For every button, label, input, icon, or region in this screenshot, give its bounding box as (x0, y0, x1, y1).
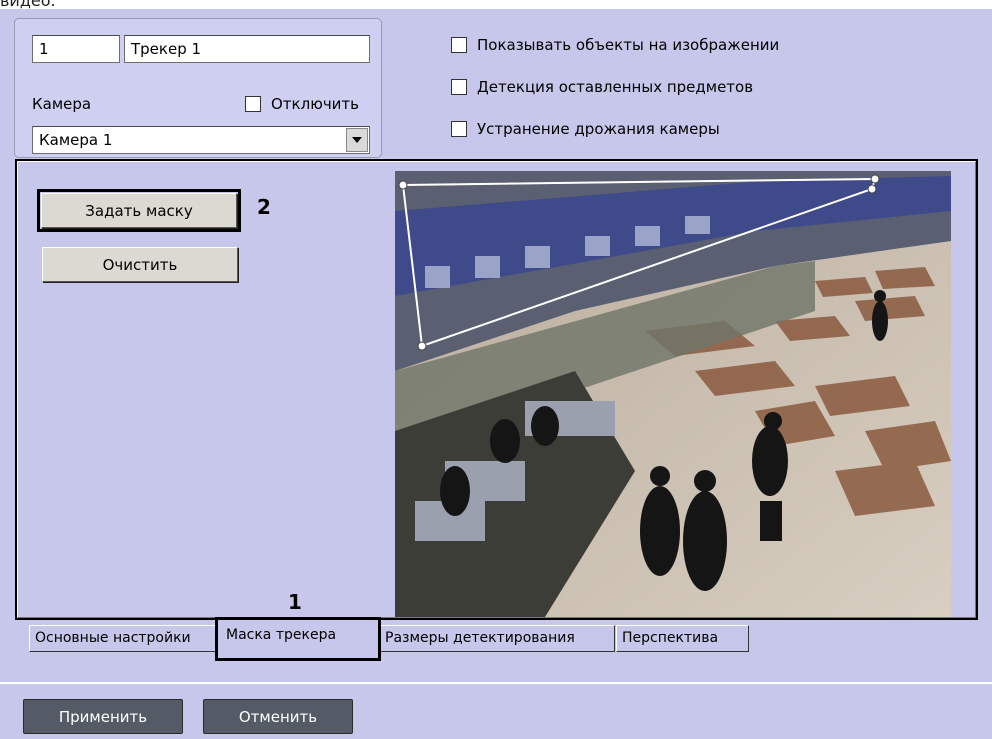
show-objects-checkbox[interactable] (451, 37, 467, 53)
cancel-button[interactable]: Отменить (203, 699, 353, 734)
object-settings-group: 1 Трекер 1 Камера Отключить Камера 1 (14, 18, 382, 158)
camera-label: Камера (32, 95, 92, 113)
tab-tracker-mask[interactable]: Маска трекера (215, 617, 381, 661)
disable-checkbox[interactable] (245, 96, 261, 112)
tab-perspective[interactable]: Перспектива (616, 625, 749, 652)
stabilization-checkbox[interactable] (451, 121, 467, 137)
object-id-field[interactable]: 1 (32, 35, 120, 63)
clear-mask-button[interactable]: Очистить (42, 247, 238, 282)
camera-select-value: Камера 1 (39, 131, 113, 149)
camera-frame-image (395, 171, 951, 617)
tab-detection-sizes[interactable]: Размеры детектирования (379, 625, 615, 652)
abandoned-detection-checkbox[interactable] (451, 79, 467, 95)
disable-label: Отключить (271, 95, 360, 113)
apply-button[interactable]: Применить (23, 699, 183, 734)
step-marker-2: 2 (257, 195, 271, 219)
show-objects-label: Показывать объекты на изображении (477, 36, 780, 54)
abandoned-detection-label: Детекция оставленных предметов (477, 78, 754, 96)
footer-bar: Применить Отменить (0, 682, 992, 739)
camera-select[interactable]: Камера 1 (32, 126, 370, 154)
object-name-field[interactable]: Трекер 1 (124, 35, 370, 63)
stabilization-label: Устранение дрожания камеры (477, 120, 720, 138)
tab-main-settings[interactable]: Основные настройки (29, 625, 217, 652)
set-mask-button[interactable]: Задать маску (37, 189, 241, 232)
camera-preview[interactable] (395, 171, 951, 617)
step-marker-1: 1 (288, 590, 302, 614)
chevron-down-icon[interactable] (346, 128, 368, 152)
